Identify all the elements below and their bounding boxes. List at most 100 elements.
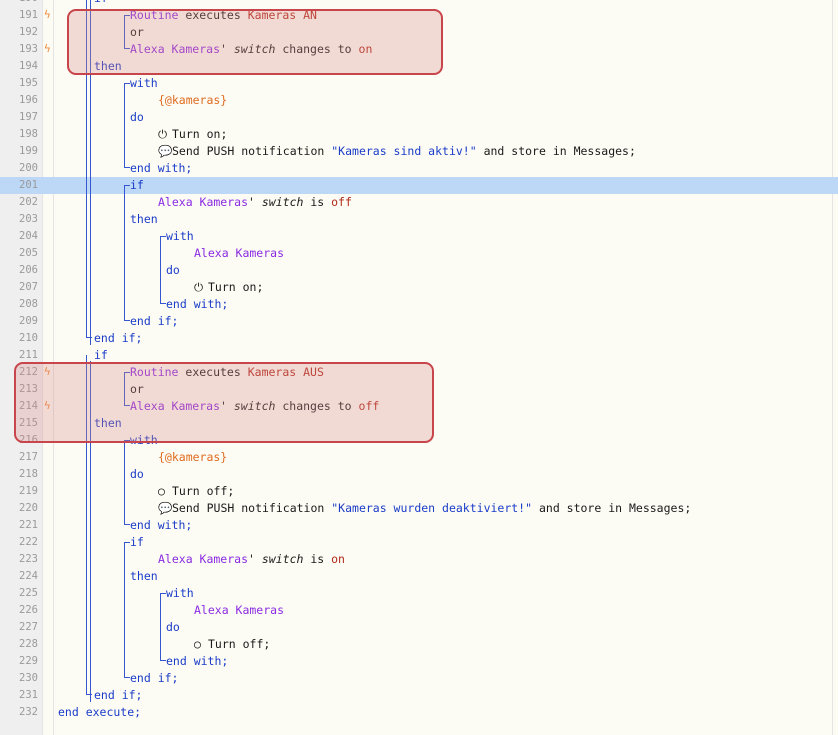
line-number: 197 bbox=[19, 111, 38, 123]
code-text: do bbox=[130, 467, 144, 481]
code-line[interactable]: 230 end if; bbox=[0, 670, 838, 687]
annotation-callout bbox=[67, 9, 443, 75]
code-text: end if; bbox=[94, 688, 143, 702]
code-line[interactable]: 223 Alexa Kameras' switch is on bbox=[0, 551, 838, 568]
code-text: then bbox=[130, 569, 158, 583]
code-line[interactable]: 221 end with; bbox=[0, 517, 838, 534]
lightning-icon: ϟ bbox=[44, 8, 51, 21]
line-number: 192 bbox=[19, 26, 38, 38]
line-number: 231 bbox=[19, 689, 38, 701]
block-bracket bbox=[124, 83, 130, 168]
block-bracket bbox=[124, 440, 130, 525]
code-line[interactable]: 218 do bbox=[0, 466, 838, 483]
code-text: Alexa Kameras' switch is on bbox=[158, 552, 345, 566]
code-line[interactable]: 203 then bbox=[0, 211, 838, 228]
code-text: end execute; bbox=[58, 705, 142, 719]
lightning-icon: ϟ bbox=[44, 42, 51, 55]
code-line[interactable]: 199 💬Send PUSH notification "Kameras sind… bbox=[0, 143, 838, 160]
code-line[interactable]: 196 {@kameras} bbox=[0, 92, 838, 109]
line-number: 199 bbox=[19, 145, 38, 157]
code-text: 💬Send PUSH notification "Kameras sind ak… bbox=[158, 144, 636, 158]
power-icon: ⏻ bbox=[194, 280, 204, 294]
line-number: 230 bbox=[19, 672, 38, 684]
code-line[interactable]: 224 then bbox=[0, 568, 838, 585]
code-line[interactable]: 190 if bbox=[0, 0, 838, 7]
code-text: ⏻ Turn on; bbox=[158, 127, 228, 141]
speech-bubble-icon: 💬 bbox=[158, 144, 173, 158]
line-number: 228 bbox=[19, 638, 38, 650]
line-number: 226 bbox=[19, 604, 38, 616]
line-number: 191 bbox=[19, 9, 38, 21]
line-number: 208 bbox=[19, 298, 38, 310]
code-text: do bbox=[166, 263, 180, 277]
line-number: 210 bbox=[19, 332, 38, 344]
line-number: 200 bbox=[19, 162, 38, 174]
line-number: 207 bbox=[19, 281, 38, 293]
code-line[interactable]: 202 Alexa Kameras' switch is off bbox=[0, 194, 838, 211]
code-line[interactable]: 200 end with; bbox=[0, 160, 838, 177]
line-number: 193 bbox=[19, 43, 38, 55]
code-text: end with; bbox=[166, 654, 229, 668]
code-line[interactable]: 209 end if; bbox=[0, 313, 838, 330]
code-text: with bbox=[130, 76, 158, 90]
code-line[interactable]: 229 end with; bbox=[0, 653, 838, 670]
line-number: 229 bbox=[19, 655, 38, 667]
line-number: 217 bbox=[19, 451, 38, 463]
code-text: Alexa Kameras bbox=[194, 603, 285, 617]
code-text: ⏻ Turn on; bbox=[194, 280, 264, 294]
annotation-callout bbox=[14, 362, 434, 443]
line-number: 203 bbox=[19, 213, 38, 225]
code-text: {@kameras} bbox=[158, 450, 228, 464]
code-text: if bbox=[94, 0, 108, 7]
code-text: then bbox=[130, 212, 158, 226]
block-bracket bbox=[124, 185, 130, 321]
code-line[interactable]: 228 ○ Turn off; bbox=[0, 636, 838, 653]
code-text: {@kameras} bbox=[158, 93, 228, 107]
code-text: 💬Send PUSH notification "Kameras wurden … bbox=[158, 501, 692, 515]
code-text: with bbox=[166, 586, 194, 600]
block-bracket bbox=[160, 593, 166, 661]
line-number: 227 bbox=[19, 621, 38, 633]
code-text: do bbox=[130, 110, 144, 124]
code-line[interactable]: 225 with bbox=[0, 585, 838, 602]
line-number: 202 bbox=[19, 196, 38, 208]
code-text: ○ Turn off; bbox=[194, 637, 271, 651]
code-line[interactable]: 204 with bbox=[0, 228, 838, 245]
code-line[interactable]: 226 Alexa Kameras bbox=[0, 602, 838, 619]
block-bracket bbox=[160, 236, 166, 304]
code-text: if bbox=[130, 178, 144, 192]
code-text: Alexa Kameras' switch is off bbox=[158, 195, 352, 209]
code-line[interactable]: 210 end if; bbox=[0, 330, 838, 347]
code-line[interactable]: 197 do bbox=[0, 109, 838, 126]
code-line[interactable]: 206 do bbox=[0, 262, 838, 279]
code-line[interactable]: 208 end with; bbox=[0, 296, 838, 313]
code-text: with bbox=[166, 229, 194, 243]
code-text: end with; bbox=[166, 297, 229, 311]
circle-off-icon: ○ bbox=[158, 484, 165, 498]
code-line[interactable]: 220 💬Send PUSH notification "Kameras wurd… bbox=[0, 500, 838, 517]
code-line[interactable]: 205 Alexa Kameras bbox=[0, 245, 838, 262]
line-number: 225 bbox=[19, 587, 38, 599]
line-number: 204 bbox=[19, 230, 38, 242]
code-line[interactable]: 207 ⏻ Turn on; bbox=[0, 279, 838, 296]
line-number: 218 bbox=[19, 468, 38, 480]
code-text: if bbox=[130, 535, 144, 549]
line-number: 195 bbox=[19, 77, 38, 89]
speech-bubble-icon: 💬 bbox=[158, 501, 173, 515]
code-text: do bbox=[166, 620, 180, 634]
line-number: 232 bbox=[19, 706, 38, 718]
line-number: 194 bbox=[19, 60, 38, 72]
code-line[interactable]: 231 end if; bbox=[0, 687, 838, 704]
code-line[interactable]: 217 {@kameras} bbox=[0, 449, 838, 466]
code-line[interactable]: 227 do bbox=[0, 619, 838, 636]
code-line[interactable]: 232 end execute; bbox=[0, 704, 838, 721]
power-icon: ⏻ bbox=[158, 127, 168, 141]
code-line[interactable]: 198 ⏻ Turn on; bbox=[0, 126, 838, 143]
code-text: end if; bbox=[94, 331, 143, 345]
line-number: 209 bbox=[19, 315, 38, 327]
code-line[interactable]: 219 ○ Turn off; bbox=[0, 483, 838, 500]
code-text: end with; bbox=[130, 518, 193, 532]
line-number: 201 bbox=[19, 179, 38, 191]
block-bracket bbox=[124, 542, 130, 678]
code-text: ○ Turn off; bbox=[158, 484, 235, 498]
